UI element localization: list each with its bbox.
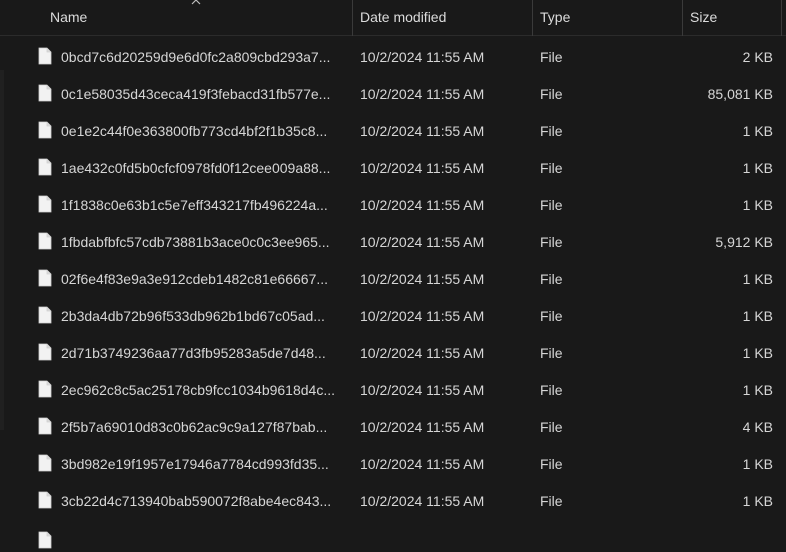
file-name: 3cb22d4c713940bab590072f8abe4ec843... xyxy=(61,493,332,509)
file-icon xyxy=(38,380,52,398)
file-icon xyxy=(38,47,52,65)
file-row[interactable]: 02f6e4f83e9a3e912cdeb1482c81e66667... 10/… xyxy=(30,261,782,298)
file-size: 1 KB xyxy=(742,160,773,176)
file-date-modified: 10/2/2024 11:55 AM xyxy=(360,456,485,472)
file-size: 1 KB xyxy=(742,456,773,472)
file-name: 02f6e4f83e9a3e912cdeb1482c81e66667... xyxy=(61,271,329,287)
file-size: 1 KB xyxy=(742,493,773,509)
file-size: 1 KB xyxy=(742,197,773,213)
file-row[interactable]: 1ae432c0fd5b0cfcf0978fd0f12cee009a88... 1… xyxy=(30,150,782,187)
file-name: 0c1e58035d43ceca419f3febacd31fb577e... xyxy=(61,86,331,102)
file-row[interactable]: 2f5b7a69010d83c0b62ac9c9a127f87bab... 10/… xyxy=(30,409,782,446)
partial-file-row xyxy=(30,524,782,552)
file-name: 2f5b7a69010d83c0b62ac9c9a127f87bab... xyxy=(61,419,328,435)
file-type: File xyxy=(540,197,563,213)
file-size: 85,081 KB xyxy=(707,86,773,102)
file-date-modified: 10/2/2024 11:55 AM xyxy=(360,271,485,287)
file-type: File xyxy=(540,493,563,509)
file-date-modified: 10/2/2024 11:55 AM xyxy=(360,49,485,65)
file-explorer: Name Date modified Type Size 0bcd7c6d202… xyxy=(0,0,786,552)
file-icon xyxy=(38,454,52,472)
column-header-bar: Name Date modified Type Size xyxy=(0,0,786,36)
file-row[interactable]: 2ec962c8c5ac25178cb9fcc1034b9618d4c... 10… xyxy=(30,372,782,409)
file-row[interactable]: 0c1e58035d43ceca419f3febacd31fb577e... 10… xyxy=(30,76,782,113)
file-icon xyxy=(38,158,52,176)
file-type: File xyxy=(540,308,563,324)
file-type: File xyxy=(540,49,563,65)
file-size: 1 KB xyxy=(742,345,773,361)
file-name: 0e1e2c44f0e363800fb773cd4bf2f1b35c8... xyxy=(61,123,328,139)
file-date-modified: 10/2/2024 11:55 AM xyxy=(360,123,485,139)
file-type: File xyxy=(540,123,563,139)
file-date-modified: 10/2/2024 11:55 AM xyxy=(360,197,485,213)
file-icon xyxy=(38,232,52,250)
file-size: 2 KB xyxy=(742,49,773,65)
file-name: 0bcd7c6d20259d9e6d0fc2a809cbd293a7... xyxy=(61,49,331,65)
column-header-name[interactable]: Name xyxy=(43,0,353,36)
file-row[interactable]: 3cb22d4c713940bab590072f8abe4ec843... 10/… xyxy=(30,483,782,520)
file-size: 1 KB xyxy=(742,271,773,287)
column-header-size[interactable]: Size xyxy=(683,0,782,36)
file-type: File xyxy=(540,271,563,287)
column-header-date-modified[interactable]: Date modified xyxy=(353,0,533,36)
file-row[interactable]: 1f1838c0e63b1c5e7eff343217fb496224a... 10… xyxy=(30,187,782,224)
file-date-modified: 10/2/2024 11:55 AM xyxy=(360,160,485,176)
file-date-modified: 10/2/2024 11:55 AM xyxy=(360,86,485,102)
file-icon xyxy=(38,121,52,139)
file-size: 4 KB xyxy=(742,419,773,435)
file-icon xyxy=(38,269,52,287)
file-row[interactable]: 0bcd7c6d20259d9e6d0fc2a809cbd293a7... 10/… xyxy=(30,39,782,76)
file-row[interactable]: 1fbdabfbfc57cdb73881b3ace0c0c3ee965... 10… xyxy=(30,224,782,261)
file-row[interactable]: 3bd982e19f1957e17946a7784cd993fd35... 10/… xyxy=(30,446,782,483)
file-name: 2b3da4db72b96f533db962b1bd67c05ad... xyxy=(61,308,325,324)
file-name: 1ae432c0fd5b0cfcf0978fd0f12cee009a88... xyxy=(61,160,331,176)
file-icon xyxy=(38,195,52,213)
file-icon xyxy=(38,84,52,102)
file-icon xyxy=(38,343,52,361)
navigation-pane-edge xyxy=(0,70,4,430)
file-date-modified: 10/2/2024 11:55 AM xyxy=(360,234,485,250)
file-name: 2d71b3749236aa77d3fb95283a5de7d48... xyxy=(61,345,326,361)
file-type: File xyxy=(540,86,563,102)
file-name: 1f1838c0e63b1c5e7eff343217fb496224a... xyxy=(61,197,328,213)
file-row[interactable]: 2b3da4db72b96f533db962b1bd67c05ad... 10/2… xyxy=(30,298,782,335)
file-icon xyxy=(38,531,52,549)
file-size: 1 KB xyxy=(742,382,773,398)
file-icon xyxy=(38,306,52,324)
file-date-modified: 10/2/2024 11:55 AM xyxy=(360,345,485,361)
file-name: 1fbdabfbfc57cdb73881b3ace0c0c3ee965... xyxy=(61,234,330,250)
file-row[interactable]: 2d71b3749236aa77d3fb95283a5de7d48... 10/2… xyxy=(30,335,782,372)
file-size: 1 KB xyxy=(742,123,773,139)
file-type: File xyxy=(540,382,563,398)
file-type: File xyxy=(540,419,563,435)
file-size: 1 KB xyxy=(742,308,773,324)
file-type: File xyxy=(540,345,563,361)
file-date-modified: 10/2/2024 11:55 AM xyxy=(360,382,485,398)
file-size: 5,912 KB xyxy=(715,234,773,250)
file-date-modified: 10/2/2024 11:55 AM xyxy=(360,308,485,324)
file-icon xyxy=(38,417,52,435)
file-type: File xyxy=(540,456,563,472)
column-header-type[interactable]: Type xyxy=(533,0,683,36)
file-type: File xyxy=(540,234,563,250)
file-date-modified: 10/2/2024 11:55 AM xyxy=(360,419,485,435)
file-icon xyxy=(38,491,52,509)
file-name: 2ec962c8c5ac25178cb9fcc1034b9618d4c... xyxy=(61,382,335,398)
file-name: 3bd982e19f1957e17946a7784cd993fd35... xyxy=(61,456,329,472)
file-date-modified: 10/2/2024 11:55 AM xyxy=(360,493,485,509)
file-type: File xyxy=(540,160,563,176)
file-row[interactable]: 0e1e2c44f0e363800fb773cd4bf2f1b35c8... 10… xyxy=(30,113,782,150)
